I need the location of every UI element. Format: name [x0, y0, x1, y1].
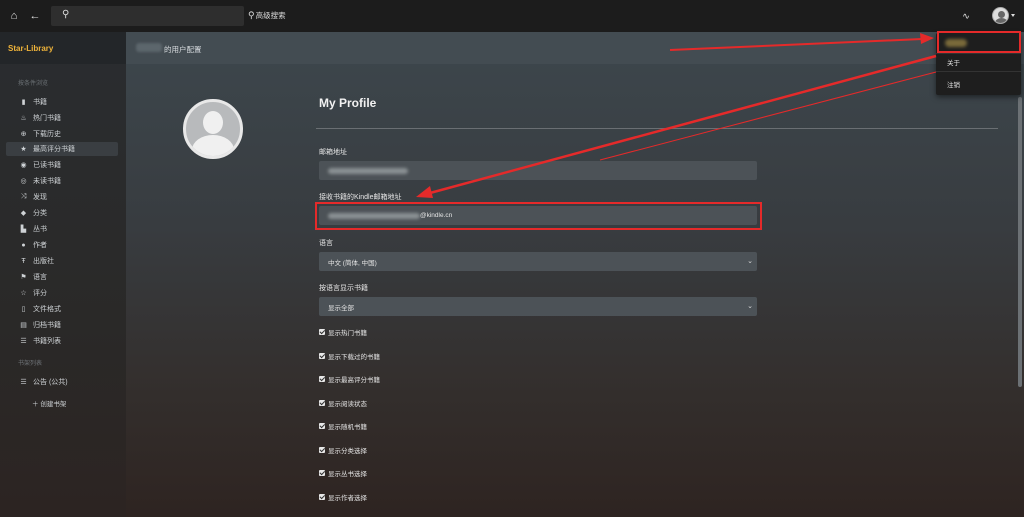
annotation-arrows — [416, 33, 937, 198]
